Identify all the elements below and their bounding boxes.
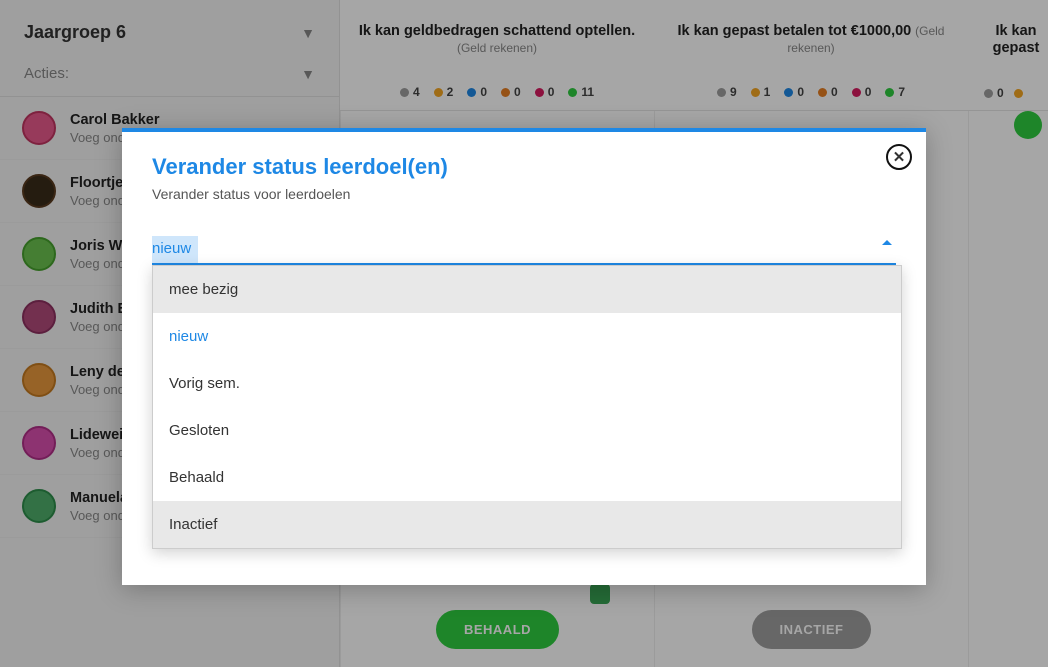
status-select-input[interactable] bbox=[152, 236, 896, 265]
modal-overlay: ✕ Verander status leerdoel(en) Verander … bbox=[0, 0, 1048, 667]
dialog-subtitle: Verander status voor leerdoelen bbox=[152, 186, 896, 202]
status-option[interactable]: nieuw bbox=[153, 313, 901, 360]
status-option[interactable]: Vorig sem. bbox=[153, 360, 901, 407]
caret-up-icon bbox=[882, 240, 892, 245]
dialog-title: Verander status leerdoel(en) bbox=[152, 154, 896, 180]
close-icon: ✕ bbox=[893, 148, 906, 166]
status-option[interactable]: Behaald bbox=[153, 454, 901, 501]
status-option[interactable]: Inactief bbox=[153, 501, 901, 548]
change-status-dialog: ✕ Verander status leerdoel(en) Verander … bbox=[122, 128, 926, 585]
status-option[interactable]: mee bezig bbox=[153, 266, 901, 313]
status-option[interactable]: Gesloten bbox=[153, 407, 901, 454]
status-dropdown[interactable]: mee bezig nieuw Vorig sem. Gesloten Beha… bbox=[152, 265, 902, 549]
status-select[interactable]: mee bezig nieuw Vorig sem. Gesloten Beha… bbox=[152, 236, 896, 265]
close-button[interactable]: ✕ bbox=[886, 144, 912, 170]
